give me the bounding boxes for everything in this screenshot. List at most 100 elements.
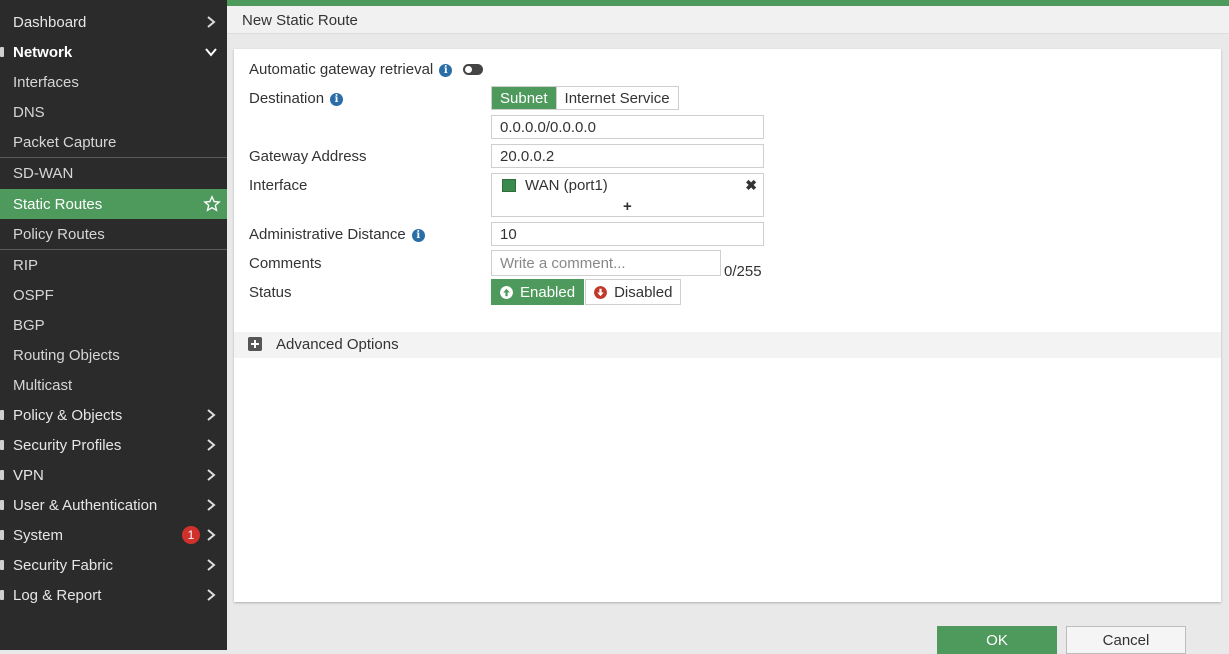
sidebar-item-policy-objects[interactable]: Policy & Objects — [0, 400, 227, 430]
info-icon[interactable]: i — [330, 93, 344, 106]
status-disabled-label: Disabled — [614, 283, 673, 301]
sidebar-item-packet-capture[interactable]: Packet Capture — [0, 127, 227, 157]
sidebar-item-routing-objects[interactable]: Routing Objects — [0, 340, 227, 370]
chevron-right-icon — [207, 439, 216, 451]
chevron-right-icon — [207, 469, 216, 481]
port-icon — [502, 179, 516, 192]
sidebar-item-label: VPN — [13, 466, 44, 484]
chevron-right-icon — [207, 529, 216, 541]
plus-icon[interactable]: + — [623, 198, 632, 215]
sidebar-item-label: User & Authentication — [13, 496, 158, 514]
info-icon[interactable]: i — [411, 229, 425, 242]
arrow-up-circle-icon — [500, 285, 513, 299]
interface-value: WAN (port1) — [525, 177, 608, 194]
sidebar-item-label: Security Profiles — [13, 436, 122, 454]
sidebar-item-dashboard[interactable]: Dashboard — [0, 7, 227, 37]
sidebar-item-label: Static Routes — [13, 195, 103, 213]
chevron-right-icon — [207, 559, 216, 571]
policy-icon — [0, 410, 4, 420]
network-icon — [0, 47, 4, 57]
comments-label: Comments — [249, 255, 322, 272]
notification-badge: 1 — [182, 526, 200, 544]
sidebar-item-label: Network — [13, 43, 73, 61]
destination-internet-service-option[interactable]: Internet Service — [555, 87, 678, 109]
sidebar-item-network[interactable]: Network — [0, 37, 227, 67]
status-selector: Enabled Disabled — [491, 279, 682, 305]
form-panel: Automatic gateway retrieval i Destination… — [234, 49, 1221, 602]
admin-distance-input[interactable]: 10 — [491, 222, 764, 246]
star-icon[interactable] — [203, 195, 221, 213]
fabric-icon — [0, 560, 4, 570]
status-disabled-option[interactable]: Disabled — [585, 279, 682, 305]
destination-label: Destination — [249, 90, 325, 107]
plus-square-icon[interactable] — [248, 337, 262, 351]
chevron-right-icon — [207, 16, 216, 28]
user-icon — [0, 500, 4, 510]
status-enabled-option[interactable]: Enabled — [491, 279, 585, 305]
sidebar-item-security-fabric[interactable]: Security Fabric — [0, 550, 227, 580]
sidebar-item-label: Policy Routes — [13, 225, 105, 243]
sidebar-item-label: DNS — [13, 103, 45, 121]
sidebar-item-label: Multicast — [13, 376, 73, 394]
auto-gateway-row: Automatic gateway retrieval i — [249, 61, 453, 78]
sidebar-item-log-report[interactable]: Log & Report — [0, 580, 227, 610]
gear-icon — [0, 530, 4, 540]
comments-counter: 0/255 — [724, 263, 762, 280]
destination-type-selector: Subnet Internet Service — [491, 86, 679, 110]
sidebar-item-label: Interfaces — [13, 73, 79, 91]
sidebar-item-label: RIP — [13, 256, 39, 274]
sidebar-item-interfaces[interactable]: Interfaces — [0, 67, 227, 97]
vpn-icon — [0, 470, 4, 480]
advanced-options-label: Advanced Options — [276, 336, 399, 353]
gateway-input[interactable]: 20.0.0.2 — [491, 144, 764, 168]
chart-icon — [0, 590, 4, 600]
sidebar-item-sd-wan[interactable]: SD-WAN — [0, 158, 227, 188]
sidebar-item-policy-routes[interactable]: Policy Routes — [0, 219, 227, 249]
chevron-right-icon — [207, 499, 216, 511]
auto-gateway-label: Automatic gateway retrieval — [249, 61, 434, 78]
status-label: Status — [249, 284, 292, 301]
interface-label: Interface — [249, 177, 308, 194]
destination-input[interactable]: 0.0.0.0/0.0.0.0 — [491, 115, 764, 139]
chevron-right-icon — [207, 589, 216, 601]
interface-selector[interactable]: WAN (port1) ✖ + — [491, 173, 764, 217]
shield-icon — [0, 440, 4, 450]
admin-distance-row: Administrative Distance i — [249, 226, 425, 243]
sidebar-item-system[interactable]: System 1 — [0, 520, 227, 550]
close-icon[interactable]: ✖ — [745, 177, 757, 194]
sidebar: Dashboard Network Interfaces DNS Packet … — [0, 0, 227, 650]
sidebar-item-bgp[interactable]: BGP — [0, 310, 227, 340]
page-header: New Static Route — [227, 6, 1229, 34]
gateway-label: Gateway Address — [249, 148, 367, 165]
sidebar-item-vpn[interactable]: VPN — [0, 460, 227, 490]
page-title: New Static Route — [242, 12, 358, 29]
sidebar-item-multicast[interactable]: Multicast — [0, 370, 227, 400]
admin-distance-label: Administrative Distance — [249, 226, 406, 243]
auto-gateway-toggle[interactable] — [463, 64, 483, 75]
advanced-options-section[interactable]: Advanced Options — [234, 332, 1221, 358]
toggle-knob — [465, 66, 472, 73]
sidebar-item-ospf[interactable]: OSPF — [0, 280, 227, 310]
sidebar-item-user-authentication[interactable]: User & Authentication — [0, 490, 227, 520]
sidebar-item-label: BGP — [13, 316, 45, 334]
sidebar-item-label: Packet Capture — [13, 133, 117, 151]
sidebar-item-label: Dashboard — [13, 13, 87, 31]
sidebar-item-security-profiles[interactable]: Security Profiles — [0, 430, 227, 460]
chevron-down-icon — [205, 48, 217, 57]
sidebar-item-label: Security Fabric — [13, 556, 114, 574]
destination-row: Destination i — [249, 90, 344, 107]
destination-subnet-option[interactable]: Subnet — [492, 87, 556, 109]
sidebar-item-label: Policy & Objects — [13, 406, 123, 424]
sidebar-item-label: OSPF — [13, 286, 54, 304]
sidebar-item-rip[interactable]: RIP — [0, 250, 227, 280]
status-enabled-label: Enabled — [520, 283, 576, 301]
arrow-down-circle-icon — [594, 285, 608, 299]
info-icon[interactable]: i — [439, 64, 453, 77]
sidebar-item-label: System — [13, 526, 64, 544]
sidebar-item-static-routes[interactable]: Static Routes — [0, 189, 227, 219]
sidebar-item-label: Routing Objects — [13, 346, 120, 364]
sidebar-item-label: SD-WAN — [13, 164, 74, 182]
comments-textarea[interactable]: Write a comment... — [491, 250, 721, 276]
chevron-right-icon — [207, 409, 216, 421]
sidebar-item-dns[interactable]: DNS — [0, 97, 227, 127]
